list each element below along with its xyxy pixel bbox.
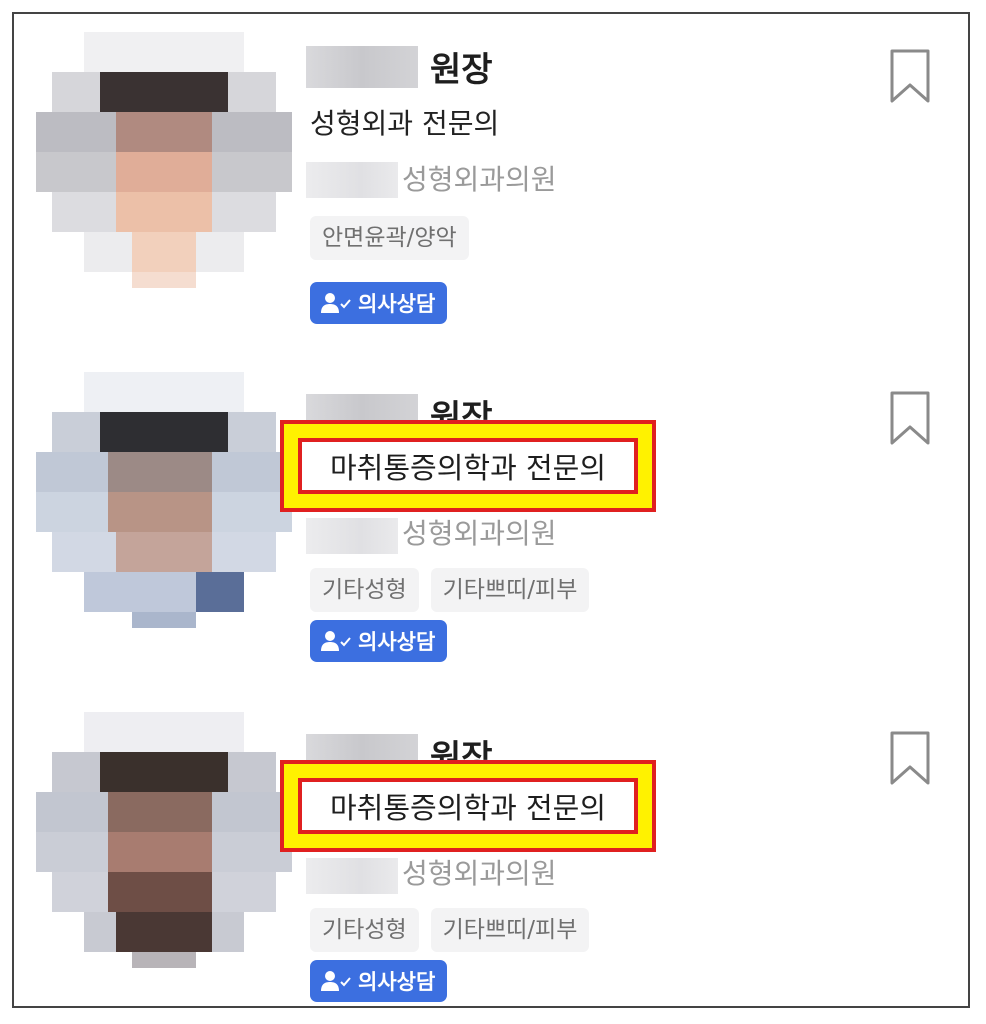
doctor-specialty: 마취통증의학과 전문의 bbox=[329, 451, 607, 485]
tag-list: 기타성형 기타쁘띠/피부 bbox=[310, 568, 590, 612]
doctor-card[interactable]: 원장 성형외과의원 마취통증의학과 전문의 기타성형 기타쁘띠/피부 의사상담 bbox=[14, 694, 968, 1006]
specialty-highlight-inner: 마취통증의학과 전문의 bbox=[298, 438, 638, 494]
specialty-highlight-inner: 마취통증의학과 전문의 bbox=[298, 778, 638, 834]
specialty-highlight-box: 마취통증의학과 전문의 bbox=[280, 760, 656, 852]
clinic-name: 성형외과의원 bbox=[402, 517, 557, 550]
consult-label: 의사상담 bbox=[358, 630, 436, 654]
doctor-specialty: 성형외과 전문의 bbox=[310, 107, 500, 140]
user-check-icon bbox=[321, 293, 351, 313]
clinic-name: 성형외과의원 bbox=[402, 163, 557, 196]
clinic-name-redacted bbox=[306, 162, 398, 198]
user-check-icon bbox=[321, 971, 351, 991]
consult-button[interactable]: 의사상담 bbox=[310, 620, 448, 662]
doctor-card[interactable]: 원장 성형외과 전문의 성형외과의원 안면윤곽/양악 의사상담 bbox=[14, 14, 968, 354]
tag: 안면윤곽/양악 bbox=[310, 216, 469, 260]
doctor-specialty: 마취통증의학과 전문의 bbox=[329, 791, 607, 825]
consult-label: 의사상담 bbox=[358, 970, 436, 994]
specialty-highlight-box: 마취통증의학과 전문의 bbox=[280, 420, 656, 512]
doctor-list: 원장 성형외과 전문의 성형외과의원 안면윤곽/양악 의사상담 원장 성형외과의… bbox=[12, 12, 970, 1008]
tag-list: 기타성형 기타쁘띠/피부 bbox=[310, 908, 590, 952]
bookmark-icon[interactable] bbox=[888, 390, 932, 446]
avatar bbox=[36, 372, 292, 628]
tag: 기타성형 bbox=[310, 568, 419, 612]
doctor-title: 원장 bbox=[430, 50, 493, 90]
consult-label: 의사상담 bbox=[358, 292, 436, 316]
doctor-card[interactable]: 원장 성형외과의원 마취통증의학과 전문의 기타성형 기타쁘띠/피부 의사상담 bbox=[14, 354, 968, 694]
tag: 기타성형 bbox=[310, 908, 419, 952]
doctor-name-redacted bbox=[306, 46, 418, 88]
bookmark-icon[interactable] bbox=[888, 48, 932, 104]
consult-button[interactable]: 의사상담 bbox=[310, 282, 448, 324]
clinic-name-redacted bbox=[306, 518, 398, 554]
clinic-name: 성형외과의원 bbox=[402, 857, 557, 890]
user-check-icon bbox=[321, 631, 351, 651]
clinic-name-redacted bbox=[306, 858, 398, 894]
consult-button[interactable]: 의사상담 bbox=[310, 960, 448, 1002]
bookmark-icon[interactable] bbox=[888, 730, 932, 786]
avatar bbox=[36, 712, 292, 968]
tag: 기타쁘띠/피부 bbox=[430, 908, 590, 952]
avatar bbox=[36, 32, 292, 288]
tag: 기타쁘띠/피부 bbox=[430, 568, 590, 612]
tag-list: 안면윤곽/양악 bbox=[310, 216, 469, 260]
